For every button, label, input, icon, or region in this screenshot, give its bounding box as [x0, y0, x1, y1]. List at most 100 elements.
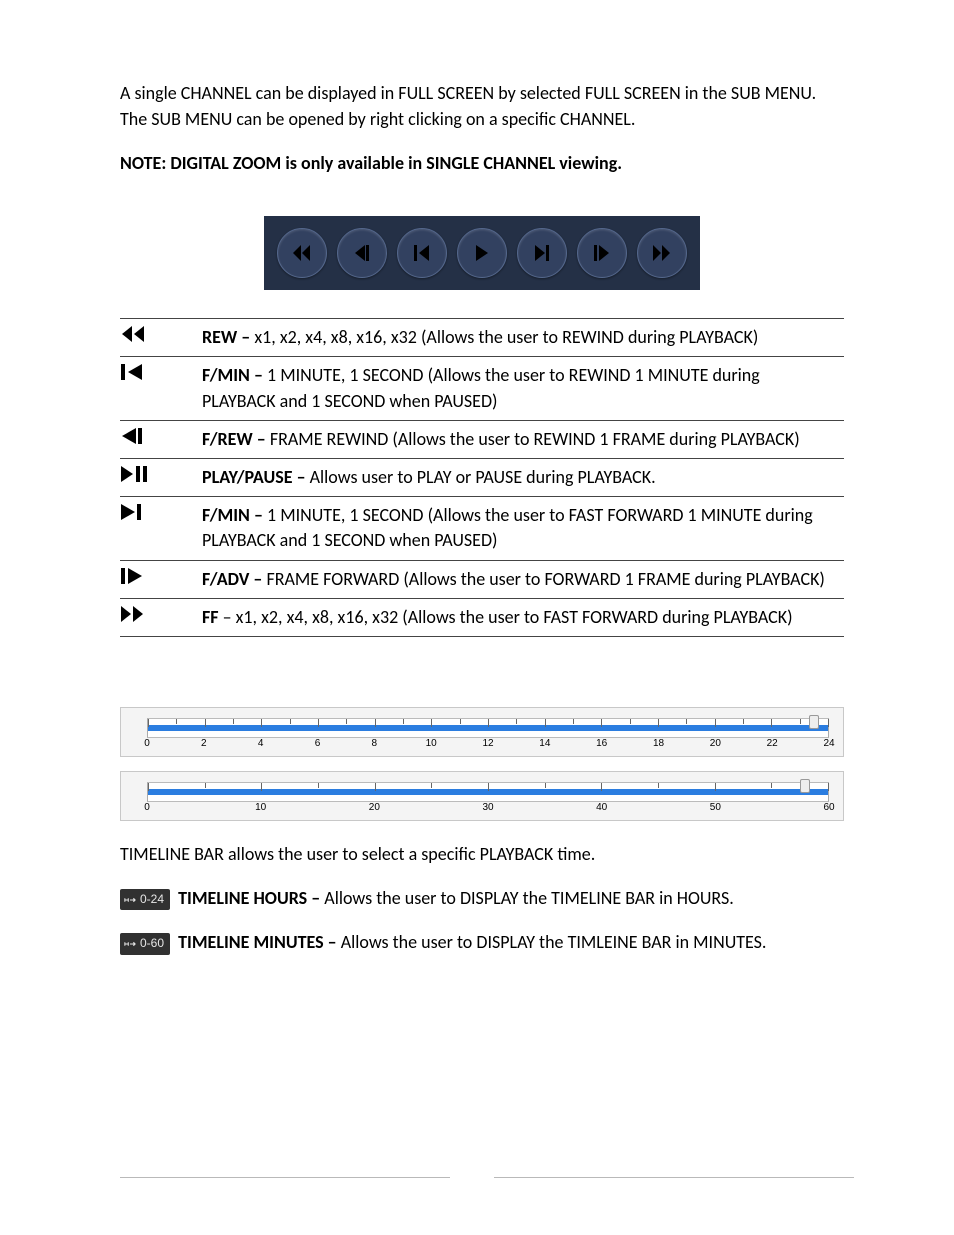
control-label: PLAY/PAUSE – [202, 466, 306, 488]
timeline-tick [205, 719, 206, 727]
control-label: F/MIN – [202, 504, 263, 526]
timeline-tick [715, 719, 716, 727]
timeline-tick [601, 719, 602, 727]
timeline-tick [545, 719, 546, 727]
tick-label: 14 [539, 738, 550, 749]
timeline-tick [205, 783, 206, 788]
bar-left-solid-icon [120, 357, 202, 420]
timeline-tick [375, 783, 376, 791]
tick-label: 4 [258, 738, 264, 749]
timeline-tick [545, 783, 546, 788]
frame-rewind-button[interactable] [337, 228, 387, 278]
timeline-tick [630, 719, 631, 724]
control-description: REW – x1, x2, x4, x8, x16, x32 (Allows t… [202, 319, 844, 357]
tick-label: 6 [315, 738, 321, 749]
timeline-tick [233, 719, 234, 724]
control-text: FRAME REWIND (Allows the user to REWIND … [266, 428, 800, 450]
timeline-panel-0-24[interactable]: 024681012141618202224 [120, 707, 844, 757]
control-text: 1 MINUTE, 1 SECOND (Allows the user to R… [202, 364, 760, 411]
tick-label: 0 [144, 738, 150, 749]
timeline-tick [318, 783, 319, 788]
control-text: FRAME FORWARD (Allows the user to FORWAR… [262, 568, 824, 590]
tick-label: 22 [767, 738, 778, 749]
tick-label: 2 [201, 738, 207, 749]
rewind-button[interactable] [277, 228, 327, 278]
timeline-tick [148, 783, 149, 791]
timeline-tick [346, 719, 347, 724]
bar-right-solid-icon [120, 560, 202, 598]
timeline-scrubber[interactable] [800, 779, 810, 793]
note-text: NOTE: DIGITAL ZOOM is only available in … [120, 150, 844, 176]
intro-paragraph: A single CHANNEL can be displayed in FUL… [120, 80, 844, 132]
timeline-tick-labels: 024681012141618202224 [147, 738, 829, 752]
tick-label: 16 [596, 738, 607, 749]
tick-label: 30 [482, 802, 493, 813]
tick-label: 12 [482, 738, 493, 749]
tick-label: 10 [426, 738, 437, 749]
play-pause-solid-icon [120, 459, 202, 497]
timeline-track[interactable] [147, 782, 829, 802]
play-pause-button[interactable] [457, 228, 507, 278]
timeline-minutes-line: 0-60 TIMELINE MINUTES – Allows the user … [120, 929, 844, 955]
fast-forward-button[interactable] [637, 228, 687, 278]
double-left-icon [291, 242, 313, 264]
left-bar-solid-icon [120, 420, 202, 458]
control-description: PLAY/PAUSE – Allows user to PLAY or PAUS… [202, 459, 844, 497]
control-label: F/MIN – [202, 364, 263, 386]
table-row: F/ADV – FRAME FORWARD (Allows the user t… [120, 560, 844, 598]
timeline-tick [488, 783, 489, 791]
timeline-hours-label: TIMELINE HOURS – [178, 887, 320, 909]
timeline-minutes-label: TIMELINE MINUTES – [178, 931, 337, 953]
table-row: F/REW – FRAME REWIND (Allows the user to… [120, 420, 844, 458]
tick-label: 20 [710, 738, 721, 749]
timeline-tick [148, 719, 149, 727]
timeline-tick [828, 719, 829, 727]
timeline-tick [686, 719, 687, 724]
timeline-tick [658, 719, 659, 727]
timeline-tick [403, 719, 404, 724]
table-row: F/MIN – 1 MINUTE, 1 SECOND (Allows the u… [120, 497, 844, 560]
timeline-tick [460, 719, 461, 724]
timeline-minutes-desc: Allows the user to DISPLAY the TIMLEINE … [337, 931, 767, 953]
timeline-scrubber[interactable] [809, 715, 819, 729]
table-row: F/MIN – 1 MINUTE, 1 SECOND (Allows the u… [120, 357, 844, 420]
control-text: x1, x2, x4, x8, x16, x32 (Allows the use… [250, 326, 758, 348]
frame-forward-button[interactable] [577, 228, 627, 278]
timeline-tick [715, 783, 716, 791]
tick-label: 18 [653, 738, 664, 749]
play-icon [471, 242, 493, 264]
tick-label: 60 [823, 802, 834, 813]
timeline-bars: 0246810121416182022240102030405060 [120, 707, 844, 821]
double-left-solid-icon [120, 319, 202, 357]
timeline-hours-line: 0-24 TIMELINE HOURS – Allows the user to… [120, 885, 844, 911]
control-label: F/ADV – [202, 568, 262, 590]
tick-label: 40 [596, 802, 607, 813]
timeline-track[interactable] [147, 718, 829, 738]
tick-label: 50 [710, 802, 721, 813]
tick-label: 24 [823, 738, 834, 749]
control-text: Allows user to PLAY or PAUSE during PLAY… [306, 466, 656, 488]
timeline-panel-0-60[interactable]: 0102030405060 [120, 771, 844, 821]
tick-label: 10 [255, 802, 266, 813]
timeline-tick [771, 719, 772, 727]
playback-toolbar [264, 216, 700, 290]
control-label: FF [202, 606, 219, 628]
control-label: REW – [202, 326, 250, 348]
timeline-tick [488, 719, 489, 727]
tick-label: 20 [369, 802, 380, 813]
timeline-tick [800, 719, 801, 724]
table-row: FF – x1, x2, x4, x8, x16, x32 (Allows th… [120, 598, 844, 636]
controls-table: REW – x1, x2, x4, x8, x16, x32 (Allows t… [120, 318, 844, 637]
timeline-tick [318, 719, 319, 727]
timeline-tick [176, 719, 177, 724]
minute-forward-button[interactable] [517, 228, 567, 278]
timeline-hours-desc: Allows the user to DISPLAY the TIMELINE … [320, 887, 734, 909]
timeline-minutes-chip[interactable]: 0-60 [120, 933, 170, 954]
control-description: F/MIN – 1 MINUTE, 1 SECOND (Allows the u… [202, 357, 844, 420]
timeline-tick [375, 719, 376, 727]
minute-back-button[interactable] [397, 228, 447, 278]
right-bar-solid-icon [120, 497, 202, 560]
timeline-tick [743, 719, 744, 724]
timeline-tick [261, 719, 262, 727]
timeline-hours-chip[interactable]: 0-24 [120, 889, 170, 910]
